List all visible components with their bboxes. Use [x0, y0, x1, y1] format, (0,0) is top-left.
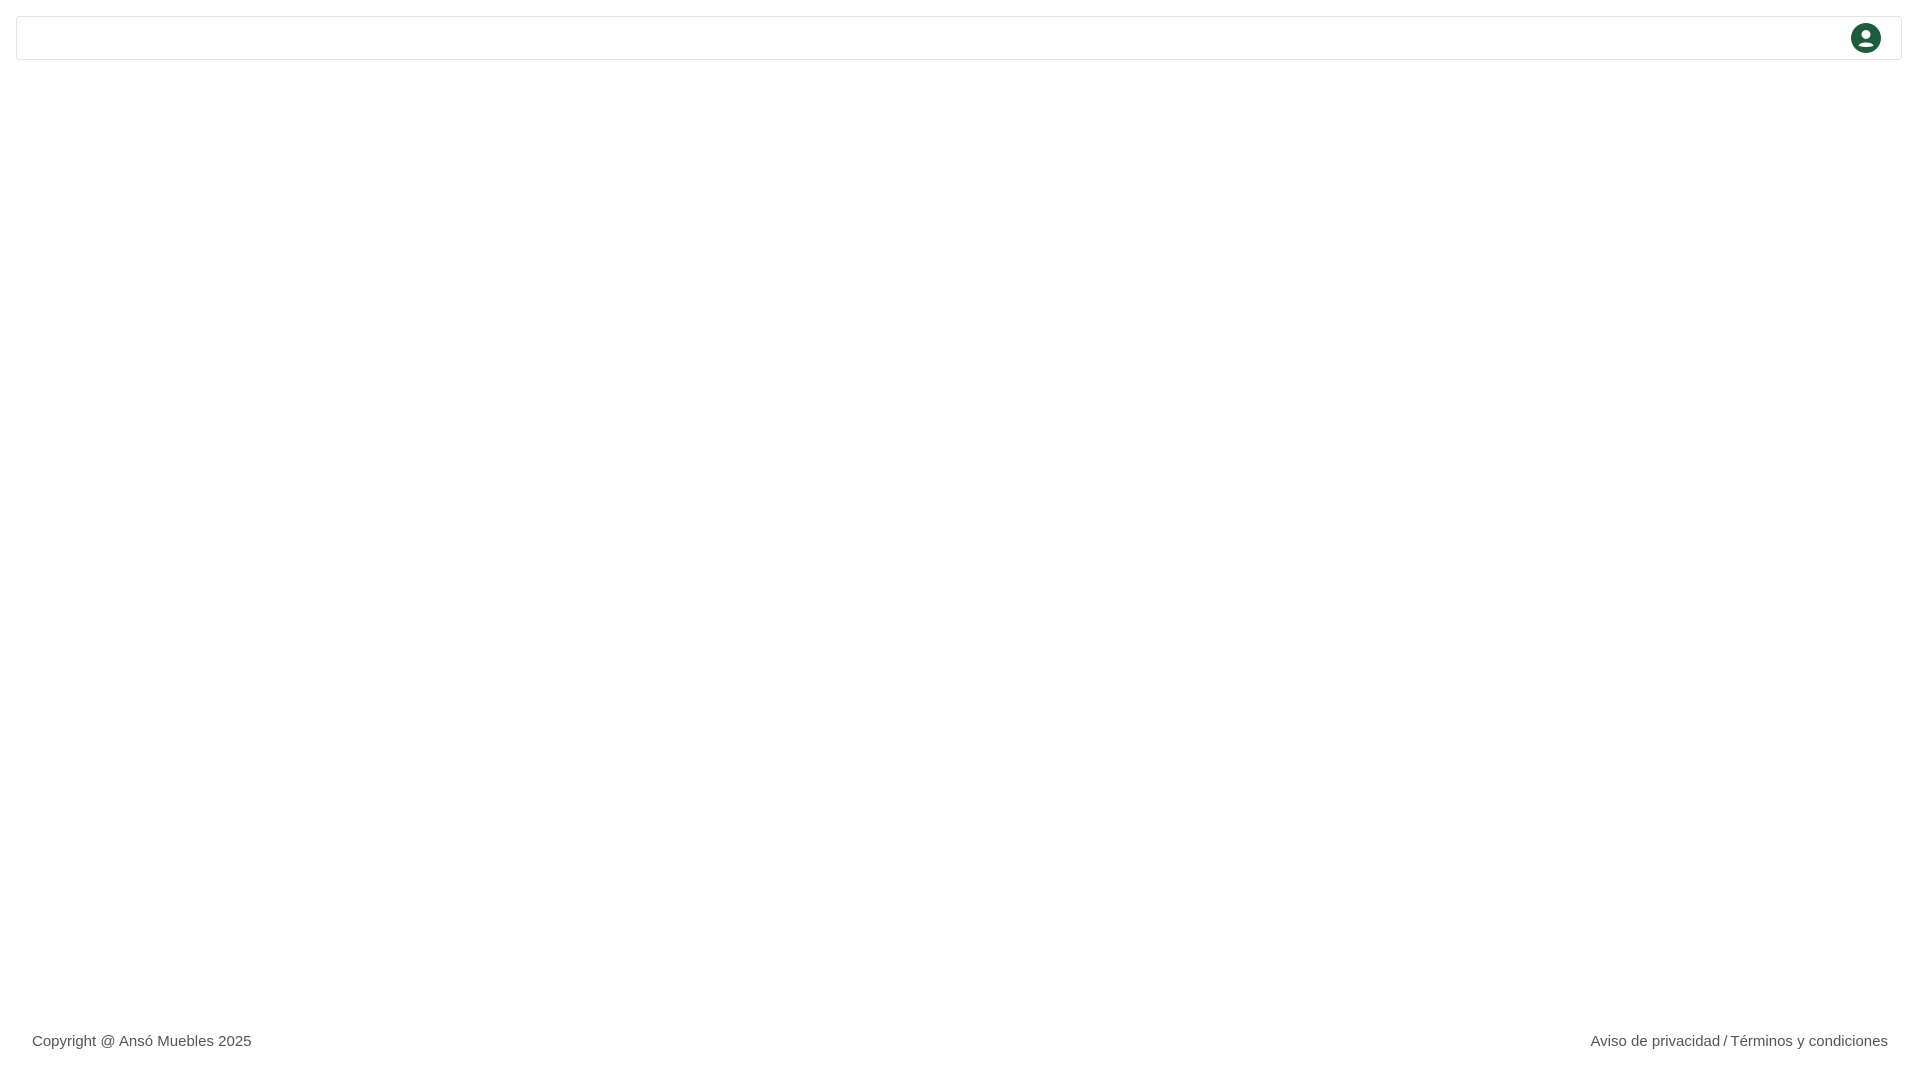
top-navbar	[16, 16, 1902, 60]
footer-link-separator: /	[1723, 1033, 1728, 1050]
main-content	[0, 62, 1920, 1022]
footer-links: Aviso de privacidad / Términos y condicion…	[1590, 1032, 1888, 1052]
terms-link[interactable]: Términos y condiciones	[1730, 1033, 1888, 1050]
copyright-text: Copyright @ Ansó Muebles 2025	[32, 1033, 252, 1050]
footer: Copyright @ Ansó Muebles 2025 Aviso de p…	[32, 1032, 1888, 1052]
privacy-link[interactable]: Aviso de privacidad	[1590, 1033, 1720, 1050]
user-circle-icon	[1851, 23, 1881, 53]
user-account-button[interactable]	[1851, 23, 1881, 53]
